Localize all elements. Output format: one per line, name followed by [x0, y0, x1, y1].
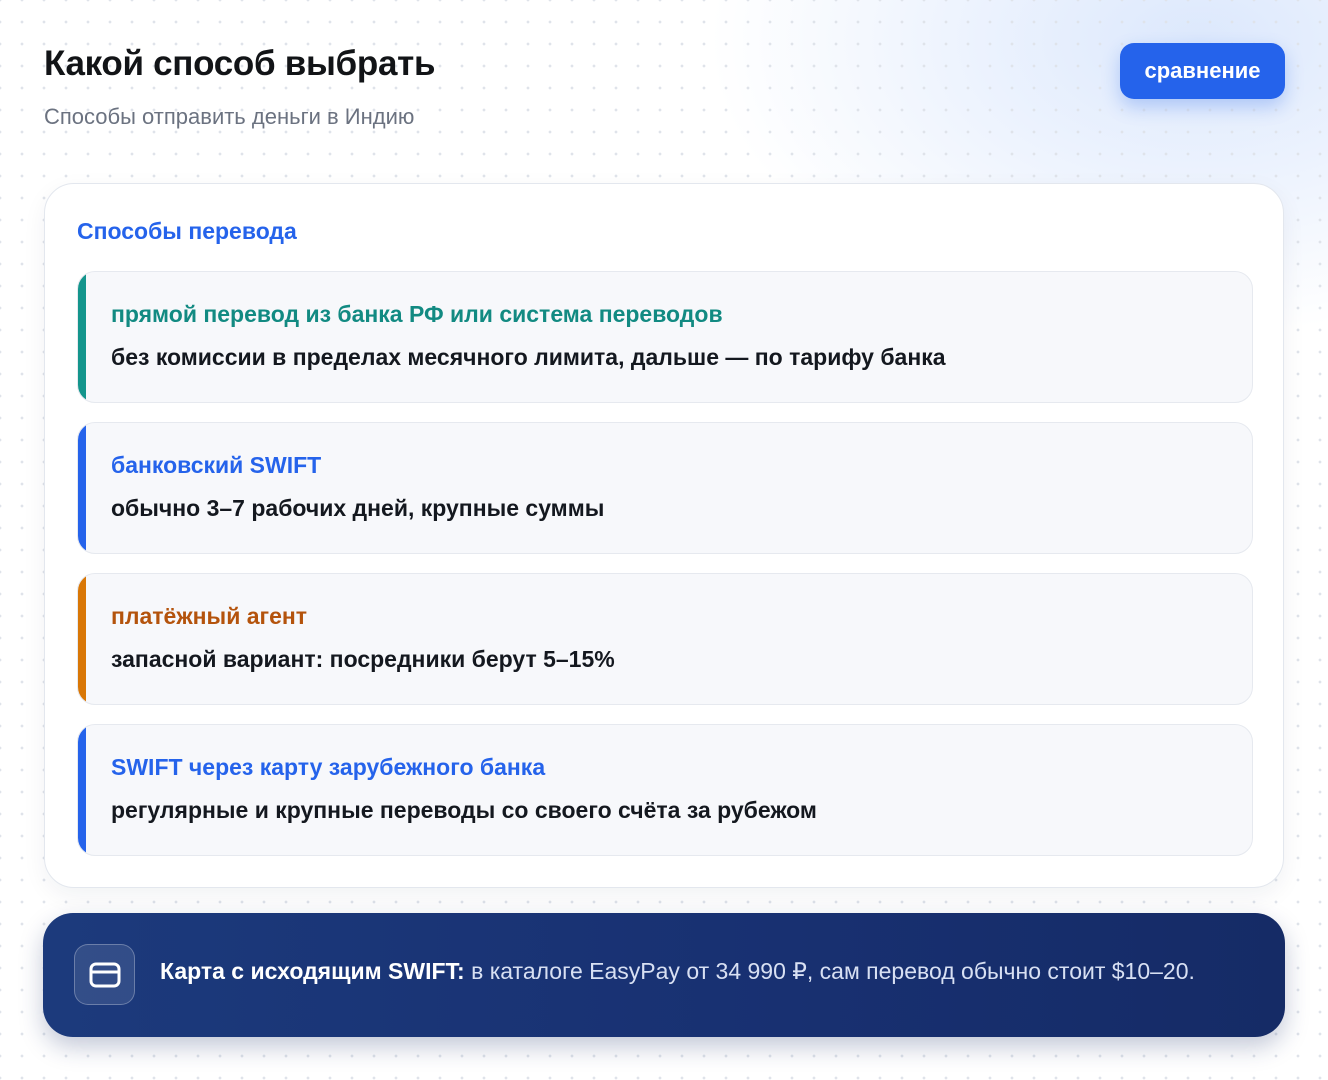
method-title: платёжный агент: [111, 603, 308, 629]
method-accent-bar: [78, 272, 86, 402]
swift-card-banner[interactable]: Карта с исходящим SWIFT: в каталоге Easy…: [43, 913, 1285, 1037]
method-description: обычно 3–7 рабочих дней, крупные суммы: [111, 495, 605, 521]
method-title: прямой перевод из банка РФ или система п…: [111, 301, 723, 327]
banner-strong: Карта с исходящим SWIFT:: [160, 958, 465, 984]
method-description: регулярные и крупные переводы со своего …: [111, 797, 817, 823]
banner-text: Карта с исходящим SWIFT: в каталоге Easy…: [160, 958, 1195, 985]
card-title: Способы перевода: [77, 218, 297, 244]
method-accent-bar: [78, 574, 86, 704]
methods-card: Способы перевода прямой перевод из банка…: [44, 183, 1284, 888]
credit-card-icon: [74, 944, 135, 1005]
method-description: запасной вариант: посредники берут 5–15%: [111, 646, 615, 672]
compare-button[interactable]: сравнение: [1120, 43, 1285, 99]
method-bank-swift[interactable]: банковский SWIFT обычно 3–7 рабочих дней…: [77, 422, 1253, 554]
method-title: банковский SWIFT: [111, 452, 322, 478]
page-subtitle: Способы отправить деньги в Индию: [44, 104, 415, 129]
method-description: без комиссии в пределах месячного лимита…: [111, 344, 946, 370]
method-accent-bar: [78, 423, 86, 553]
method-accent-bar: [78, 725, 86, 855]
banner-detail: в каталоге EasyPay от 34 990 ₽, сам пере…: [464, 958, 1195, 984]
page-title: Какой способ выбрать: [44, 44, 436, 83]
method-title: SWIFT через карту зарубежного банка: [111, 754, 546, 780]
method-direct-transfer[interactable]: прямой перевод из банка РФ или система п…: [77, 271, 1253, 403]
method-foreign-card-swift[interactable]: SWIFT через карту зарубежного банка регу…: [77, 724, 1253, 856]
method-payment-agent[interactable]: платёжный агент запасной вариант: посред…: [77, 573, 1253, 705]
